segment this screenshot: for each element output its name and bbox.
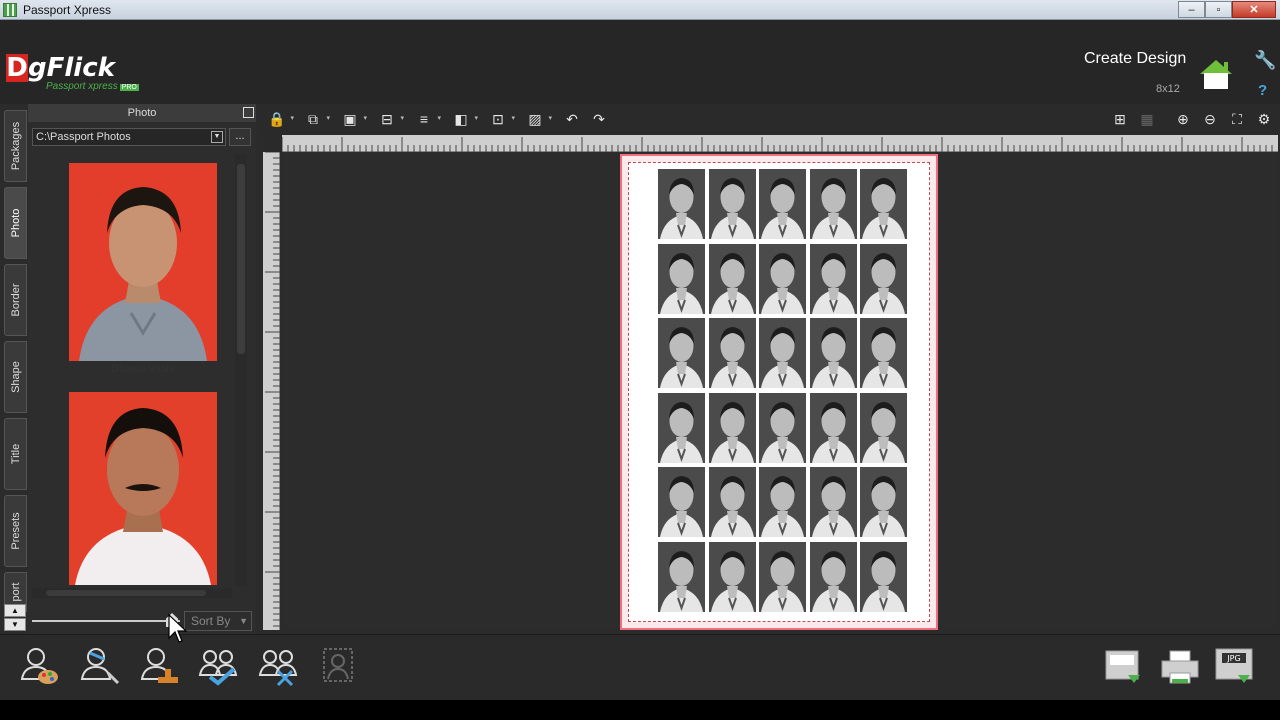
- passport-photo[interactable]: [860, 318, 907, 388]
- ruler-corner: [263, 135, 282, 152]
- fit-icon[interactable]: ⊡ ▾: [487, 110, 515, 128]
- group-approve-icon[interactable]: [196, 643, 240, 687]
- passport-photo[interactable]: [860, 467, 907, 537]
- grid-fine-icon[interactable]: ▦: [1136, 110, 1158, 128]
- sort-by-dropdown[interactable]: Sort By ▼: [184, 611, 252, 631]
- panel-vertical-scrollbar[interactable]: [235, 154, 247, 586]
- zoom-in-icon[interactable]: ⊕: [1172, 110, 1194, 128]
- undo-icon[interactable]: ↶: [561, 110, 583, 128]
- passport-photo[interactable]: [759, 467, 806, 537]
- redo-icon[interactable]: ↷: [588, 110, 610, 128]
- tabs-scroll-down[interactable]: ▼: [4, 618, 26, 631]
- wrench-icon[interactable]: 🔧: [1254, 50, 1276, 70]
- zoom-out-icon[interactable]: ⊖: [1199, 110, 1221, 128]
- grid-icon[interactable]: ⊞: [1109, 110, 1131, 128]
- passport-photo[interactable]: [708, 169, 756, 239]
- design-toolbar: 🔒 ▾ ⧉ ▾ ▣ ▾ ⊟ ▾ ≡ ▾ ◧ ▾ ⊡ ▾ ▨ ▾ ↶ ↷ ⊞ ▦ ⊕ ⊖ ⛶ ⚙: [262, 104, 1280, 134]
- printer-icon[interactable]: [1160, 645, 1200, 689]
- help-icon[interactable]: ?: [1258, 82, 1267, 99]
- print-page[interactable]: [620, 154, 938, 630]
- vertical-ruler: [263, 151, 280, 630]
- image-options-icon[interactable]: ▨ ▾: [524, 110, 552, 128]
- align-icon[interactable]: ⊟ ▾: [376, 110, 404, 128]
- passport-photo[interactable]: [860, 243, 907, 314]
- photo-stamp-icon[interactable]: [138, 643, 182, 687]
- group-remove-icon[interactable]: [256, 643, 300, 687]
- folder-path-select[interactable]: C:\Passport Photos ▼: [32, 128, 226, 146]
- passport-photo[interactable]: [860, 169, 907, 239]
- passport-photo[interactable]: [759, 318, 806, 388]
- passport-photo[interactable]: [708, 318, 756, 388]
- thumbnail-size-slider[interactable]: [32, 620, 180, 622]
- passport-photo[interactable]: [708, 243, 756, 314]
- minimize-button[interactable]: –: [1178, 1, 1205, 18]
- fit-page-icon[interactable]: ⛶: [1226, 110, 1248, 128]
- passport-photo[interactable]: [759, 169, 806, 239]
- passport-photo[interactable]: [759, 392, 806, 463]
- side-tabs: Packages Photo Border Shape Title Preset…: [4, 108, 27, 632]
- chevron-down-icon[interactable]: ▼: [211, 131, 223, 143]
- mouse-cursor-icon: [168, 614, 188, 643]
- tab-border[interactable]: Border: [4, 264, 27, 336]
- passport-photo[interactable]: [658, 541, 705, 612]
- page-title: Create Design: [1084, 50, 1187, 67]
- close-button[interactable]: ✕: [1232, 1, 1276, 18]
- maximize-button[interactable]: ▫: [1205, 1, 1232, 18]
- passport-photo[interactable]: [658, 467, 705, 537]
- distribute-icon[interactable]: ≡ ▾: [413, 110, 441, 128]
- passport-photo[interactable]: [809, 318, 857, 388]
- tab-photo[interactable]: Photo: [4, 187, 27, 259]
- undock-icon[interactable]: [243, 107, 254, 118]
- page-printable-area: [628, 162, 930, 622]
- panel-horizontal-scrollbar[interactable]: [32, 588, 232, 598]
- save-icon[interactable]: ▣ ▾: [339, 110, 367, 128]
- tab-title[interactable]: Title: [4, 418, 27, 490]
- passport-photo[interactable]: [860, 541, 907, 612]
- passport-photo[interactable]: [658, 169, 705, 239]
- passport-photo[interactable]: [860, 392, 907, 463]
- photo-frame-icon[interactable]: [316, 643, 360, 687]
- tab-shape[interactable]: Shape: [4, 341, 27, 413]
- passport-photo[interactable]: [708, 467, 756, 537]
- photo-edit-icon[interactable]: [18, 643, 62, 687]
- passport-photo[interactable]: [809, 467, 857, 537]
- photo-name: Dhaval Vashi: [111, 363, 175, 375]
- passport-photo[interactable]: [809, 392, 857, 463]
- photo-panel: Photo C:\Passport Photos ▼ ... Dhaval Va…: [28, 104, 256, 634]
- passport-photo[interactable]: [708, 541, 756, 612]
- dgflick-logo: DgFlick Passport xpress PRO: [6, 53, 139, 92]
- settings-icon[interactable]: ⚙: [1253, 110, 1275, 128]
- horizontal-ruler: [281, 135, 1278, 152]
- export-jpg-icon[interactable]: JPG: [1214, 645, 1254, 689]
- home-icon[interactable]: [1198, 58, 1234, 92]
- passport-photo[interactable]: [658, 243, 705, 314]
- passport-photo[interactable]: [759, 243, 806, 314]
- save-to-disk-icon[interactable]: [1102, 645, 1142, 689]
- tabs-scroll-up[interactable]: ▲: [4, 604, 26, 617]
- lock-icon[interactable]: 🔒 ▾: [266, 110, 294, 128]
- bring-forward-icon[interactable]: ⧉ ▾: [302, 110, 330, 128]
- passport-photo[interactable]: [809, 243, 857, 314]
- passport-photo[interactable]: [708, 392, 756, 463]
- tab-presets[interactable]: Presets: [4, 495, 27, 567]
- arrange-icon[interactable]: ◧ ▾: [450, 110, 478, 128]
- photo-thumbnail[interactable]: [69, 163, 217, 361]
- window-titlebar[interactable]: Passport Xpress – ▫ ✕: [0, 0, 1280, 20]
- browse-button[interactable]: ...: [229, 128, 251, 146]
- passport-photo[interactable]: [759, 541, 806, 612]
- passport-photo[interactable]: [809, 541, 857, 612]
- photo-search-icon[interactable]: [78, 643, 122, 687]
- passport-photo[interactable]: [658, 318, 705, 388]
- chevron-down-icon: ▼: [239, 616, 248, 626]
- bottom-toolbar: JPG: [0, 634, 1280, 700]
- design-size-label: 8x12: [1156, 83, 1180, 95]
- passport-photo[interactable]: [658, 392, 705, 463]
- passport-photo[interactable]: [809, 169, 857, 239]
- tab-packages[interactable]: Packages: [4, 110, 27, 182]
- svg-text:JPG: JPG: [1226, 654, 1240, 663]
- photo-thumbnail[interactable]: [69, 392, 217, 585]
- window-title: Passport Xpress: [23, 2, 112, 17]
- app-icon: [3, 2, 17, 17]
- panel-header: Photo: [28, 104, 256, 122]
